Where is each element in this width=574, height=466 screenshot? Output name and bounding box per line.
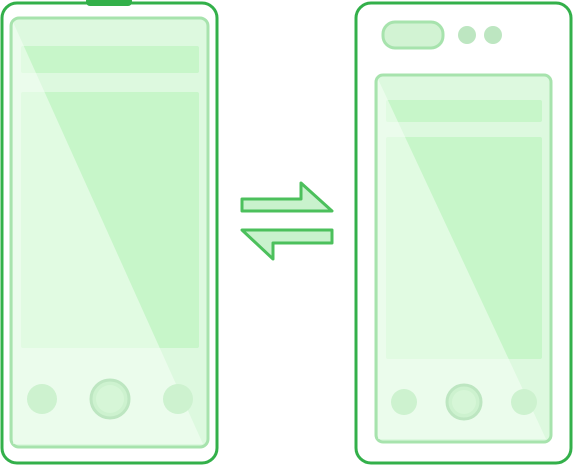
- device-swap-illustration: [0, 0, 574, 466]
- phone-header-bar: [21, 46, 199, 73]
- tablet-right-nav-dot: [511, 389, 537, 415]
- tablet-header-bar: [386, 100, 542, 122]
- arrow-right: [240, 181, 334, 213]
- tablet-sensor-dot-1: [458, 26, 476, 44]
- phone-home-button-inner: [96, 385, 124, 413]
- phone-notch: [86, 0, 132, 6]
- tablet-home-button-inner: [452, 390, 476, 414]
- arrow-left: [240, 228, 334, 261]
- phone-left-nav-dot: [27, 384, 57, 414]
- tablet-left-nav-dot: [391, 389, 417, 415]
- tablet-sensor-dot-2: [484, 26, 502, 44]
- tablet-device: [354, 1, 573, 465]
- phone-right-nav-dot: [163, 384, 193, 414]
- tablet-camera-pill: [381, 20, 445, 50]
- illustration-canvas: [0, 0, 573, 465]
- swap-arrows: [240, 181, 334, 261]
- phone-device: [0, 0, 219, 465]
